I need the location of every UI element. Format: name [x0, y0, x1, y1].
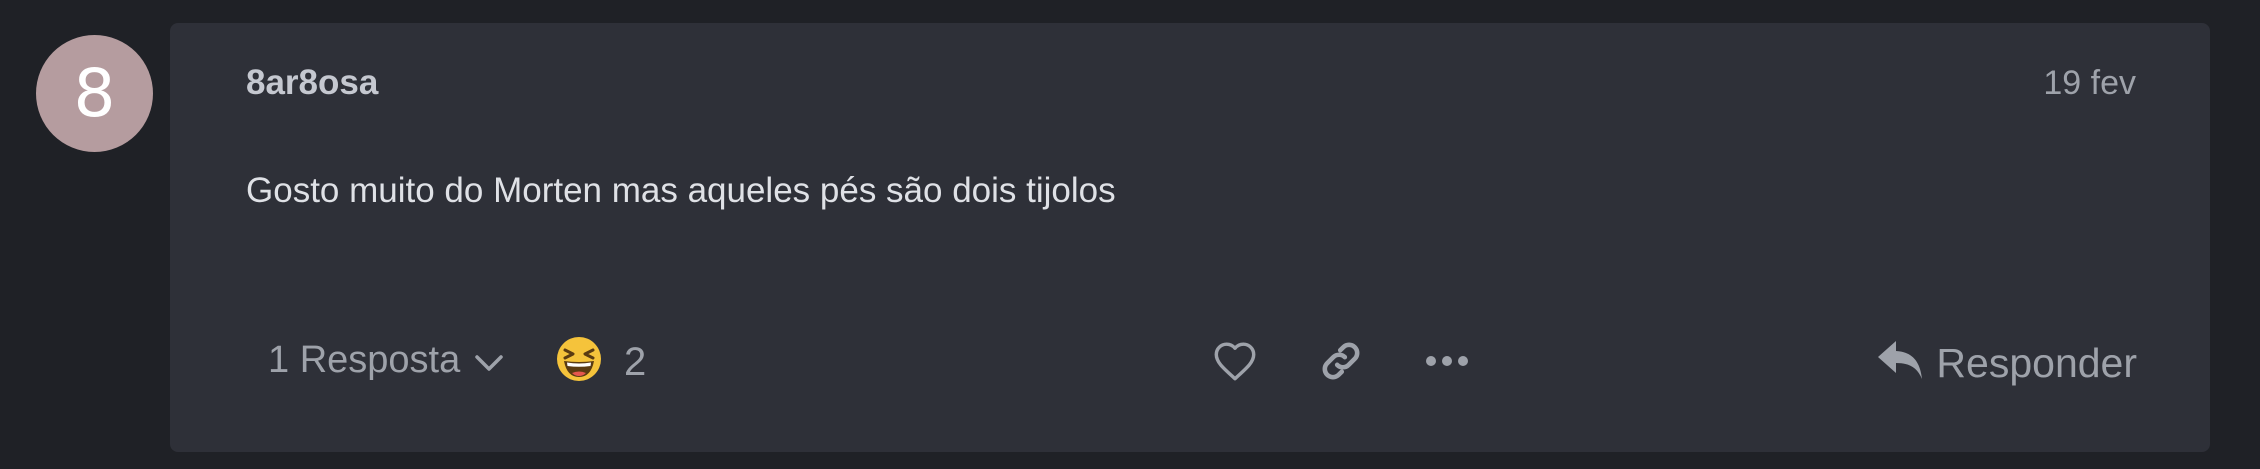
- reaction-count: 2: [624, 339, 647, 384]
- ellipsis-icon: [1425, 354, 1469, 372]
- copy-link-button[interactable]: [1313, 335, 1369, 391]
- like-button[interactable]: [1207, 335, 1263, 391]
- more-actions-button[interactable]: [1419, 335, 1475, 391]
- show-replies-button[interactable]: 1 Resposta: [268, 341, 504, 379]
- post-date[interactable]: 19 fev: [2043, 66, 2136, 100]
- username[interactable]: 8ar8osa: [246, 65, 378, 100]
- post-card: 8ar8osa 19 fev Gosto muito do Morten mas…: [170, 23, 2210, 452]
- chevron-down-icon: [474, 341, 504, 379]
- reaction-laughing[interactable]: 2: [556, 336, 646, 387]
- link-icon: [1318, 338, 1364, 389]
- post-body: Gosto muito do Morten mas aqueles pés sã…: [246, 171, 1116, 210]
- heart-icon: [1212, 340, 1258, 387]
- replies-label: 1 Resposta: [268, 339, 461, 381]
- avatar-letter: 8: [73, 54, 116, 132]
- laughing-emoji-icon: [556, 336, 602, 387]
- reply-label: Responder: [1936, 339, 2137, 386]
- avatar[interactable]: 8: [36, 35, 153, 152]
- reply-button[interactable]: Responder: [1876, 335, 2137, 391]
- reply-arrow-icon: [1876, 339, 1924, 388]
